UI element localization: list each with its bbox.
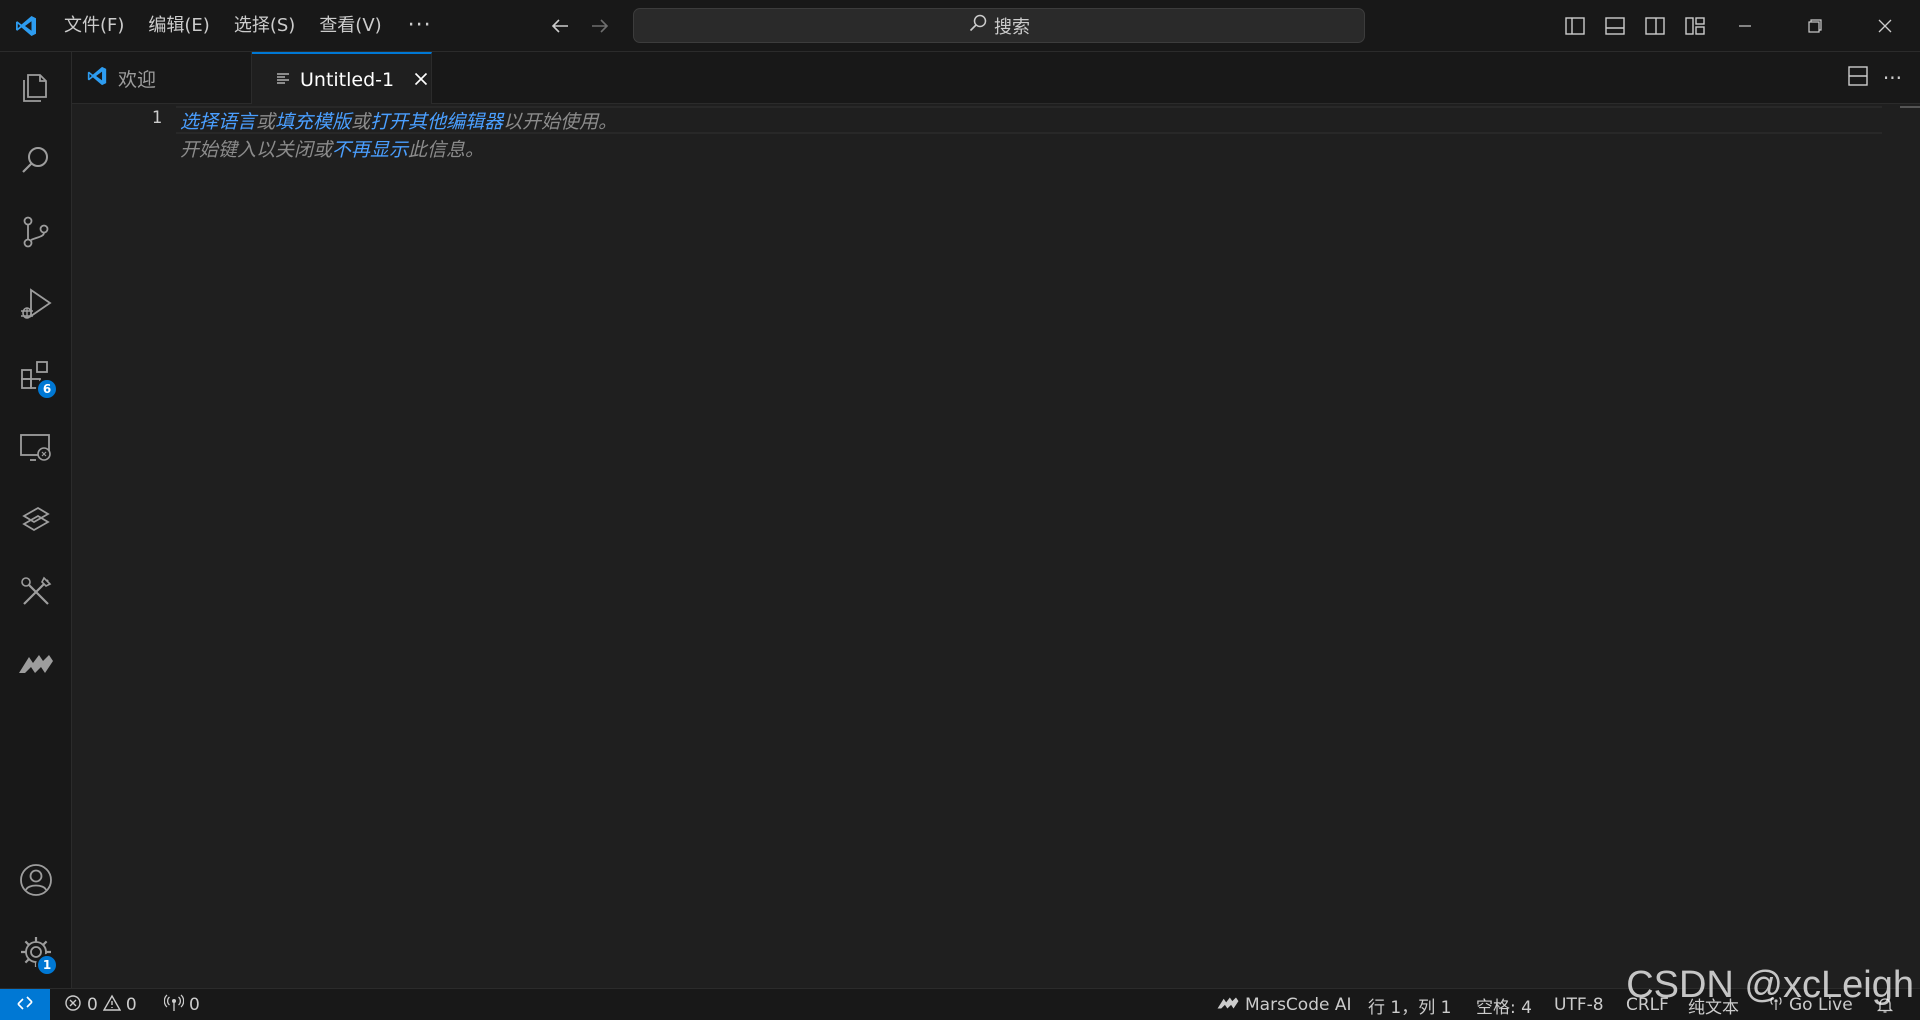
explorer-icon[interactable] (0, 58, 72, 118)
menu-file[interactable]: 文件(F) (52, 0, 136, 52)
remote-icon (15, 993, 35, 1018)
tab-untitled-1[interactable]: Untitled-1 (252, 52, 432, 105)
error-count: 0 (87, 995, 98, 1015)
restore-icon[interactable] (1780, 0, 1850, 52)
search-icon (968, 13, 988, 38)
search-label: 搜索 (994, 16, 1030, 38)
layout-controls (1562, 0, 1708, 52)
watermark-text: CSDN @xcLeigh (1626, 964, 1914, 1006)
close-tab-icon[interactable] (414, 69, 428, 91)
tab-welcome-label: 欢迎 (118, 68, 157, 91)
menu-edit[interactable]: 编辑(E) (136, 0, 221, 52)
source-control-icon[interactable] (0, 202, 72, 262)
editor-tab-bar: 欢迎 Untitled-1 ··· (72, 52, 1920, 105)
marscode-label: MarsCode AI (1245, 995, 1352, 1015)
navigation-arrows (548, 0, 612, 52)
remote-indicator[interactable] (0, 989, 50, 1020)
cursor-position[interactable]: 行 1，列 1 (1368, 989, 1451, 1020)
error-icon (64, 994, 82, 1017)
manage-gear-icon[interactable]: 1 (0, 922, 72, 982)
vscode-logo-icon (0, 0, 52, 52)
hint-text: 开始键入以关闭或 (180, 139, 333, 161)
toggle-secondary-sidebar-icon[interactable] (1642, 13, 1668, 39)
extensions-icon[interactable]: 6 (0, 346, 72, 406)
search-view-icon[interactable] (0, 130, 72, 190)
hint-text: 此信息。 (408, 139, 485, 161)
scrollbar-cursor-marker (1900, 106, 1920, 108)
tab-untitled-label: Untitled-1 (300, 68, 395, 91)
warning-count: 0 (125, 995, 137, 1015)
text-file-icon (276, 69, 290, 91)
marscode-icon[interactable] (0, 634, 72, 694)
marscode-status[interactable]: MarsCode AI (1216, 989, 1352, 1020)
ports-indicator[interactable]: 0 (163, 989, 200, 1020)
tab-welcome[interactable]: 欢迎 (72, 52, 252, 104)
hint-text: 以开始使用。 (503, 111, 618, 133)
activity-bar: 6 1 (0, 52, 72, 988)
menu-view[interactable]: 查看(V) (307, 0, 393, 52)
indentation-indicator[interactable]: 空格: 4 (1476, 989, 1532, 1020)
dont-show-again-link[interactable]: 不再显示 (332, 139, 408, 161)
problems-indicator[interactable]: 0 0 (64, 989, 137, 1020)
menu-bar: 文件(F) 编辑(E) 选择(S) 查看(V) ··· (52, 0, 446, 52)
settings-badge: 1 (36, 954, 58, 976)
remote-explorer-icon[interactable] (0, 418, 72, 478)
editor-area[interactable]: 1 选择语言或填充模版或打开其他编辑器以开始使用。 开始键入以关闭或不再显示此信… (72, 104, 1920, 988)
customize-layout-icon[interactable] (1682, 13, 1708, 39)
menu-selection[interactable]: 选择(S) (222, 0, 307, 52)
vscode-tab-icon (86, 65, 108, 92)
toggle-panel-icon[interactable] (1602, 13, 1628, 39)
encoding-indicator[interactable]: UTF-8 (1554, 989, 1604, 1020)
split-editor-icon[interactable] (1847, 65, 1869, 91)
accounts-icon[interactable] (0, 850, 72, 910)
line-number: 1 (151, 108, 162, 128)
toggle-primary-sidebar-icon[interactable] (1562, 13, 1588, 39)
forward-arrow-icon[interactable] (588, 14, 612, 38)
editor-hint-line-1: 选择语言或填充模版或打开其他编辑器以开始使用。 (180, 107, 617, 134)
back-arrow-icon[interactable] (548, 14, 572, 38)
minimize-icon[interactable] (1710, 0, 1780, 52)
command-center-search[interactable]: 搜索 (633, 8, 1365, 43)
menu-more-button[interactable]: ··· (394, 13, 446, 38)
close-window-icon[interactable] (1850, 0, 1920, 52)
fill-template-link[interactable]: 填充模版 (275, 111, 351, 133)
ports-count: 0 (189, 995, 200, 1015)
editor-more-button[interactable]: ··· (1883, 66, 1902, 90)
editor-hint-line-2: 开始键入以关闭或不再显示此信息。 (180, 135, 484, 162)
broadcast-icon (163, 994, 185, 1017)
hint-text: 或 (351, 111, 371, 133)
select-language-link[interactable]: 选择语言 (180, 111, 256, 133)
run-debug-icon[interactable] (0, 274, 72, 334)
live-share-icon[interactable] (0, 490, 72, 550)
hint-text: 或 (256, 111, 276, 133)
extensions-badge: 6 (36, 378, 58, 400)
window-controls (1710, 0, 1920, 52)
warning-icon (102, 994, 122, 1017)
open-other-editor-link[interactable]: 打开其他编辑器 (370, 111, 503, 133)
tools-icon[interactable] (0, 562, 72, 622)
editor-actions: ··· (1847, 52, 1902, 104)
marscode-status-icon (1216, 995, 1240, 1016)
title-bar: 文件(F) 编辑(E) 选择(S) 查看(V) ··· 搜索 (0, 0, 1920, 52)
